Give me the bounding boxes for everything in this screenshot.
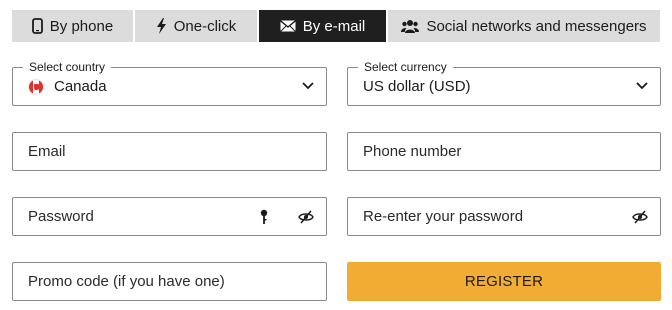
country-select[interactable]: Select country Canada xyxy=(12,60,327,106)
tab-one-click-label: One-click xyxy=(173,17,237,35)
currency-select-legend: Select currency xyxy=(358,60,453,74)
password-placeholder: Password xyxy=(28,208,94,225)
email-placeholder: Email xyxy=(28,143,66,160)
key-icon[interactable] xyxy=(260,209,268,225)
tab-by-phone-label: By phone xyxy=(49,17,114,35)
chevron-down-icon xyxy=(302,82,314,90)
canada-flag-icon xyxy=(28,78,44,95)
email-field[interactable]: Email xyxy=(12,132,327,171)
reenter-password-field[interactable]: Re-enter your password xyxy=(347,197,661,236)
phone-number-placeholder: Phone number xyxy=(363,143,462,160)
reenter-password-placeholder: Re-enter your password xyxy=(363,208,524,225)
register-button[interactable]: REGISTER xyxy=(347,262,661,301)
eye-slash-icon[interactable] xyxy=(632,210,648,224)
country-select-value: Canada xyxy=(54,78,107,95)
phone-number-field[interactable]: Phone number xyxy=(347,132,661,171)
tab-by-email-label: By e-mail xyxy=(302,17,366,35)
tab-by-email[interactable]: By e-mail xyxy=(259,10,386,42)
promo-code-placeholder: Promo code (if you have one) xyxy=(28,273,225,290)
chevron-down-icon xyxy=(636,82,648,90)
tab-social-networks-label: Social networks and messengers xyxy=(426,17,647,35)
promo-code-field[interactable]: Promo code (if you have one) xyxy=(12,262,327,301)
envelope-icon xyxy=(279,20,296,32)
tab-social-networks[interactable]: Social networks and messengers xyxy=(388,10,660,42)
currency-select[interactable]: Select currency US dollar (USD) xyxy=(347,60,661,106)
tab-by-phone[interactable]: By phone xyxy=(12,10,133,42)
currency-select-value: US dollar (USD) xyxy=(363,78,471,95)
country-select-legend: Select country xyxy=(23,60,112,74)
password-field[interactable]: Password xyxy=(12,197,327,236)
tab-one-click[interactable]: One-click xyxy=(135,10,257,42)
phone-icon xyxy=(31,18,43,34)
eye-slash-icon[interactable] xyxy=(298,210,314,224)
registration-tabs: By phone One-click By e-mail Social netw… xyxy=(12,10,660,42)
users-icon xyxy=(401,20,420,33)
lightning-icon xyxy=(156,18,166,34)
